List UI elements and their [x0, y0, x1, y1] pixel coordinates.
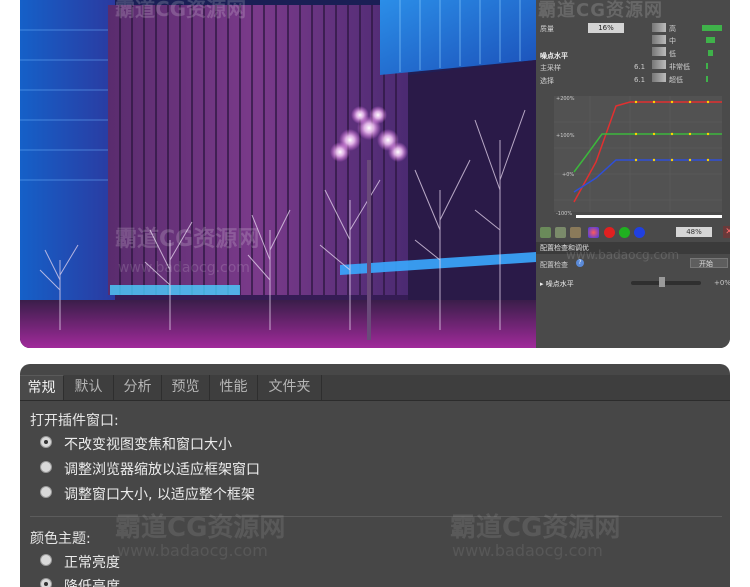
tab-strip: 常规 默认 分析 预览 性能 文件夹 [20, 375, 730, 401]
preview-photo[interactable]: 霸道CG资源网 霸道CG资源网 www.badaocg.com [20, 0, 536, 348]
quality-bar [708, 50, 713, 56]
noise-slider-value: +0% [714, 279, 730, 287]
dialog-watermark-url-left: www.badaocg.com [117, 541, 268, 560]
tab-preview[interactable]: 预览 [162, 375, 210, 400]
tool-split-icon[interactable] [570, 227, 581, 238]
radio-button[interactable] [40, 461, 52, 473]
quality-thumb-ultra-low [652, 73, 666, 82]
quality-bar [706, 76, 708, 82]
quality-thumb-medium [652, 35, 666, 44]
radio-label: 降低亮度 [64, 579, 120, 587]
color-theme-heading: 颜色主题: [30, 531, 91, 547]
noise-slider-thumb[interactable] [659, 277, 665, 287]
radio-label: 调整窗口大小, 以适应整个框架 [64, 487, 255, 503]
select-label: 选择 [540, 77, 554, 85]
noise-curve-editor[interactable]: +200% +100% +0% -100% [540, 92, 726, 222]
tab-performance[interactable]: 性能 [210, 375, 258, 400]
curve-axis-top: +200% [556, 96, 575, 102]
radio-label: 调整浏览器缩放以适应框架窗口 [64, 462, 260, 478]
main-sampling-label: 主采样 [540, 64, 561, 72]
tab-defaults[interactable]: 默认 [64, 375, 114, 400]
noise-slider-track[interactable] [631, 281, 701, 285]
panel-watermark: 霸道CG资源网 [538, 0, 663, 21]
noise-level-heading: 噪点水平 [540, 52, 568, 60]
curve-gradient-bar [576, 215, 722, 218]
radio-button-selected[interactable] [40, 436, 52, 448]
photo-watermark-top: 霸道CG资源网 [115, 0, 246, 21]
plugin-preview-window: 霸道CG资源网 霸道CG资源网 www.badaocg.com 质量 16% 高… [20, 0, 730, 348]
select-value: 6.1 [634, 76, 646, 84]
start-button[interactable]: 开始 [690, 258, 728, 268]
radio-label: 正常亮度 [64, 555, 120, 571]
radio-label: 不改变视图变焦和窗口大小 [64, 437, 232, 453]
quality-level-label: 超低 [669, 76, 683, 84]
config-check-label: 配置检查 [540, 261, 568, 269]
zoom-input[interactable]: 48% [676, 227, 712, 237]
tool-image-icon[interactable] [540, 227, 551, 238]
quality-level-label: 中 [669, 37, 676, 45]
quality-level-label: 低 [669, 50, 676, 58]
quality-input[interactable]: 16% [588, 23, 624, 33]
tab-analysis[interactable]: 分析 [114, 375, 162, 400]
dialog-watermark-left: 霸道CG资源网 [115, 513, 286, 543]
quality-label: 质量 [540, 25, 554, 33]
curve-axis-mid: +100% [556, 133, 575, 139]
curve-axis-bottom: -100% [556, 211, 572, 217]
dialog-watermark-right: 霸道CG资源网 [450, 513, 621, 543]
photo-watermark-mid: 霸道CG资源网 [115, 226, 259, 252]
radio-button-selected[interactable] [40, 578, 52, 587]
photo-watermark-url: www.badaocg.com [118, 260, 250, 276]
tool-rgb-icon[interactable] [588, 227, 599, 238]
tab-folders[interactable]: 文件夹 [258, 375, 322, 400]
quality-thumb-very-low [652, 60, 666, 69]
quality-bar [706, 37, 715, 43]
channel-blue-icon[interactable] [634, 227, 645, 238]
channel-green-icon[interactable] [619, 227, 630, 238]
panel-watermark-url: www.badaocg.com [566, 248, 680, 262]
quality-thumb-high [652, 23, 666, 32]
quality-bar [702, 25, 722, 31]
channel-red-icon[interactable] [604, 227, 615, 238]
quality-level-label: 高 [669, 25, 676, 33]
close-icon[interactable]: ✕ [723, 226, 730, 238]
quality-bar [706, 63, 708, 69]
preferences-dialog: 常规 默认 分析 预览 性能 文件夹 打开插件窗口: 不改变视图变焦和窗口大小 … [20, 364, 730, 587]
settings-side-panel: 质量 16% 高 中 低 非常低 超低 噪点水平 主采样 6.1 选择 6.1 [536, 0, 730, 348]
radio-button[interactable] [40, 486, 52, 498]
quality-level-label: 非常低 [669, 63, 690, 71]
tab-general[interactable]: 常规 [20, 375, 64, 400]
quality-thumb-low [652, 47, 666, 56]
open-plugin-heading: 打开插件窗口: [30, 413, 119, 429]
main-sampling-value: 6.1 [634, 63, 646, 71]
curve-axis-low: +0% [562, 172, 574, 178]
tool-compare-icon[interactable] [555, 227, 566, 238]
dialog-watermark-url-right: www.badaocg.com [452, 541, 603, 560]
noise-slider-label-text: 噪点水平 [545, 280, 574, 288]
noise-slider-label: ▸ 噪点水平 [540, 280, 574, 288]
radio-button[interactable] [40, 554, 52, 566]
